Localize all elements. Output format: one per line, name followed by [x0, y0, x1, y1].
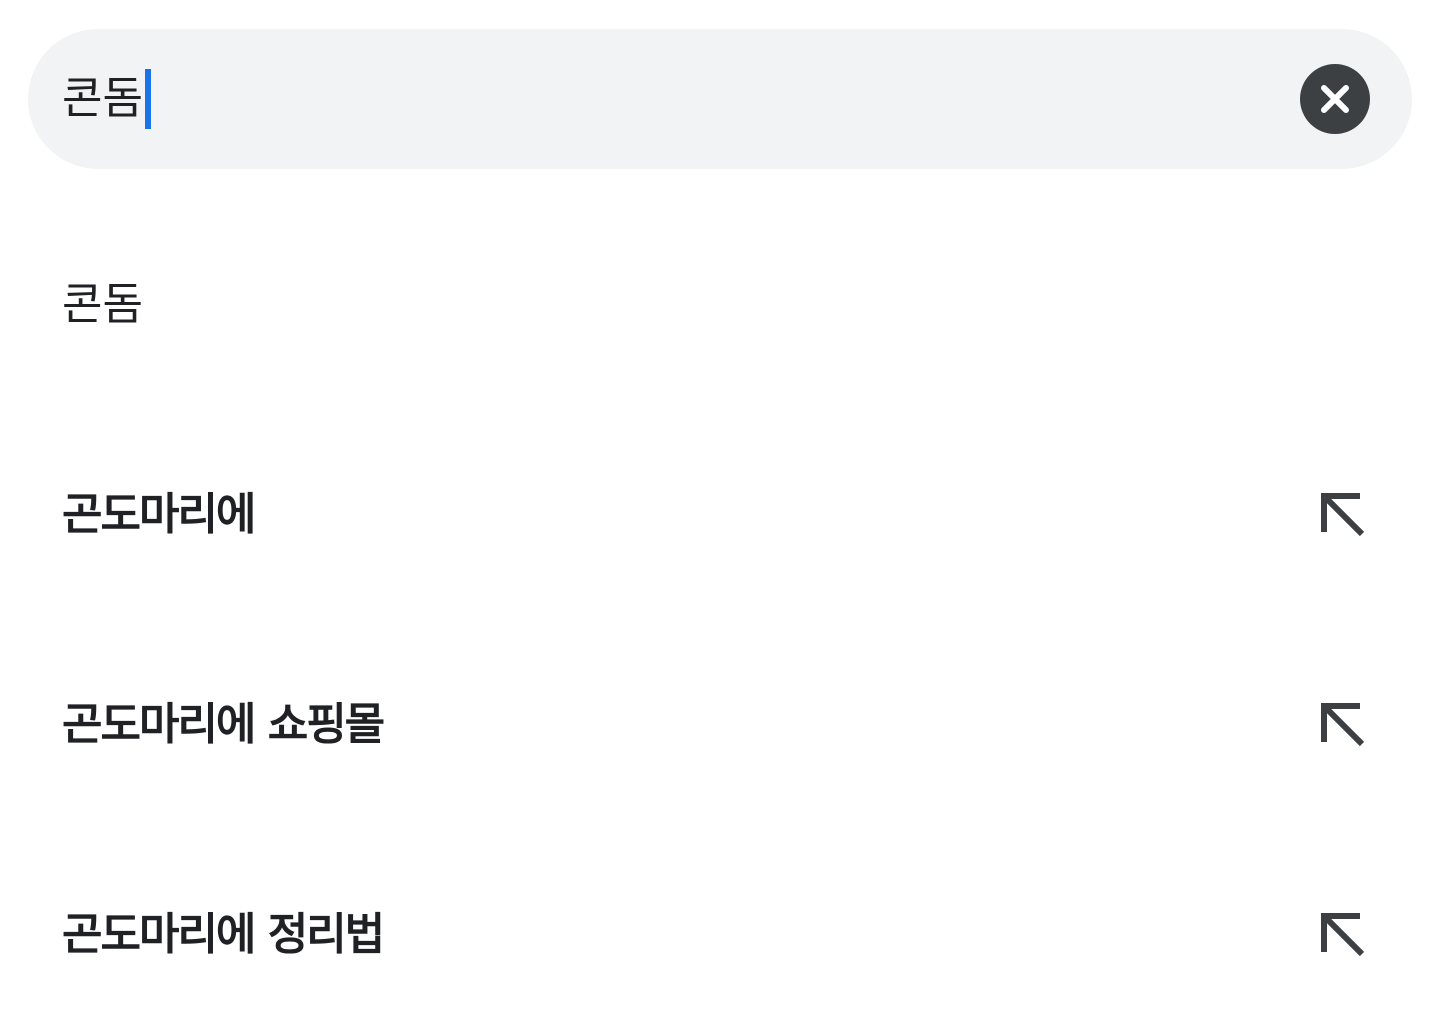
suggestion-label: 곤도마리에: [62, 489, 256, 540]
clear-search-button[interactable]: [1300, 64, 1370, 134]
fill-query-button[interactable]: [1312, 694, 1372, 754]
suggestion-label: 곤도마리에 쇼핑몰: [62, 699, 385, 750]
suggestion-item[interactable]: 곤도마리에 정리법: [0, 860, 1440, 1000]
search-input[interactable]: 콘돔: [62, 29, 151, 169]
suggestion-item[interactable]: 콘돔: [0, 230, 1440, 370]
arrow-up-left-icon: [1321, 913, 1365, 957]
fill-query-button[interactable]: [1312, 484, 1372, 544]
text-caret: [144, 69, 151, 129]
search-bar[interactable]: 콘돔: [28, 29, 1412, 169]
fill-query-button[interactable]: [1312, 904, 1372, 964]
suggestion-item[interactable]: 곤도마리에: [0, 440, 1440, 580]
close-icon: [1321, 85, 1349, 113]
arrow-up-left-icon: [1321, 703, 1365, 747]
arrow-up-left-icon: [1321, 493, 1365, 537]
suggestion-label: 곤도마리에 정리법: [62, 909, 385, 960]
suggestion-label: 콘돔: [62, 279, 143, 330]
search-input-value: 콘돔: [62, 73, 143, 124]
suggestion-item[interactable]: 곤도마리에 쇼핑몰: [0, 650, 1440, 790]
